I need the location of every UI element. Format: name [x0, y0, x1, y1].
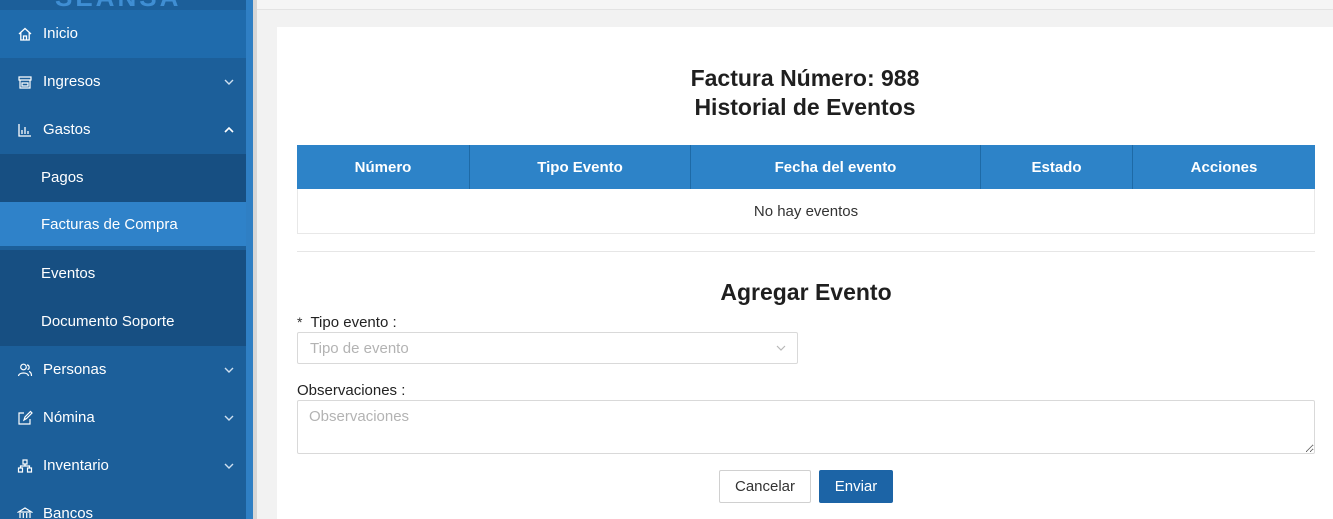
chevron-down-icon	[224, 463, 234, 469]
sidebar-item-label: Nómina	[43, 409, 95, 426]
events-table: Número Tipo Evento Fecha del evento Esta…	[297, 145, 1315, 234]
required-mark: *	[297, 314, 303, 330]
sidebar-item-gastos[interactable]: Gastos	[0, 106, 246, 154]
top-bar	[257, 0, 1333, 10]
sidebar-item-bancos[interactable]: Bancos	[0, 490, 246, 519]
table-empty-row: No hay eventos	[297, 189, 1315, 234]
event-history-title: Historial de Eventos	[694, 94, 916, 120]
sidebar-item-label: Pagos	[41, 169, 84, 186]
tipo-evento-placeholder: Tipo de evento	[310, 340, 409, 357]
sidebar-subitem-pagos[interactable]: Pagos	[0, 154, 246, 202]
sidebar-item-label: Bancos	[43, 505, 94, 519]
sidebar-item-personas[interactable]: Personas	[0, 346, 246, 394]
observaciones-label: Observaciones :	[297, 382, 406, 399]
sidebar-item-inventario[interactable]: Inventario	[0, 442, 246, 490]
cancel-button[interactable]: Cancelar	[719, 470, 811, 503]
home-icon	[18, 27, 32, 41]
column-header-estado[interactable]: Estado	[981, 145, 1133, 189]
send-button[interactable]: Enviar	[819, 470, 893, 503]
column-header-numero[interactable]: Número	[297, 145, 470, 189]
column-header-tipo-evento[interactable]: Tipo Evento	[470, 145, 691, 189]
sidebar-item-label: Documento Soporte	[41, 313, 175, 330]
invoice-number-title: Factura Número: 988	[690, 65, 920, 91]
tipo-evento-label: * Tipo evento :	[297, 314, 397, 331]
bank-icon	[17, 507, 33, 518]
bar-chart-icon	[18, 124, 31, 137]
store-icon	[18, 76, 32, 89]
tipo-evento-label-text: Tipo evento :	[310, 314, 397, 331]
sidebar-item-label: Eventos	[41, 265, 96, 282]
chevron-up-icon	[224, 126, 234, 133]
observaciones-textarea[interactable]	[297, 400, 1315, 454]
sidebar-item-inicio[interactable]: Inicio	[0, 10, 246, 58]
sidebar-item-label: Personas	[43, 361, 107, 378]
chevron-down-icon	[224, 79, 234, 85]
brand-logo: SEANSA	[55, 0, 181, 10]
empty-message: No hay eventos	[753, 202, 859, 220]
table-header: Número Tipo Evento Fecha del evento Esta…	[297, 145, 1315, 189]
boxes-icon	[17, 459, 33, 473]
sidebar-item-ingresos[interactable]: Ingresos	[0, 58, 246, 106]
sidebar-subitem-eventos[interactable]: Eventos	[0, 250, 246, 298]
divider	[297, 251, 1315, 252]
sidebar-item-nomina[interactable]: Nómina	[0, 394, 246, 442]
chevron-down-icon	[776, 345, 786, 351]
tipo-evento-select[interactable]: Tipo de evento	[297, 332, 798, 364]
edit-icon	[18, 410, 33, 425]
people-icon	[17, 363, 33, 377]
main-card: Factura Número: 988 Historial de Eventos…	[277, 27, 1333, 519]
chevron-down-icon	[224, 367, 234, 373]
column-header-fecha[interactable]: Fecha del evento	[691, 145, 981, 189]
chevron-down-icon	[224, 415, 234, 421]
sidebar-item-label: Inventario	[43, 457, 109, 474]
scrollbar[interactable]	[253, 0, 257, 519]
sidebar-item-label: Inicio	[43, 25, 79, 42]
sidebar: SEANSA Inicio Ingresos Gastos Pagos Fact…	[0, 0, 253, 519]
sidebar-scroll-edge	[246, 0, 253, 519]
sidebar-item-label: Ingresos	[43, 73, 101, 90]
sidebar-subitem-documento-soporte[interactable]: Documento Soporte	[0, 298, 246, 346]
sidebar-subitem-facturas-compra[interactable]: Facturas de Compra	[0, 202, 246, 246]
sidebar-item-label: Gastos	[43, 121, 91, 138]
add-event-title: Agregar Evento	[720, 279, 892, 305]
column-header-acciones[interactable]: Acciones	[1133, 145, 1315, 189]
sidebar-item-label: Facturas de Compra	[41, 216, 178, 233]
